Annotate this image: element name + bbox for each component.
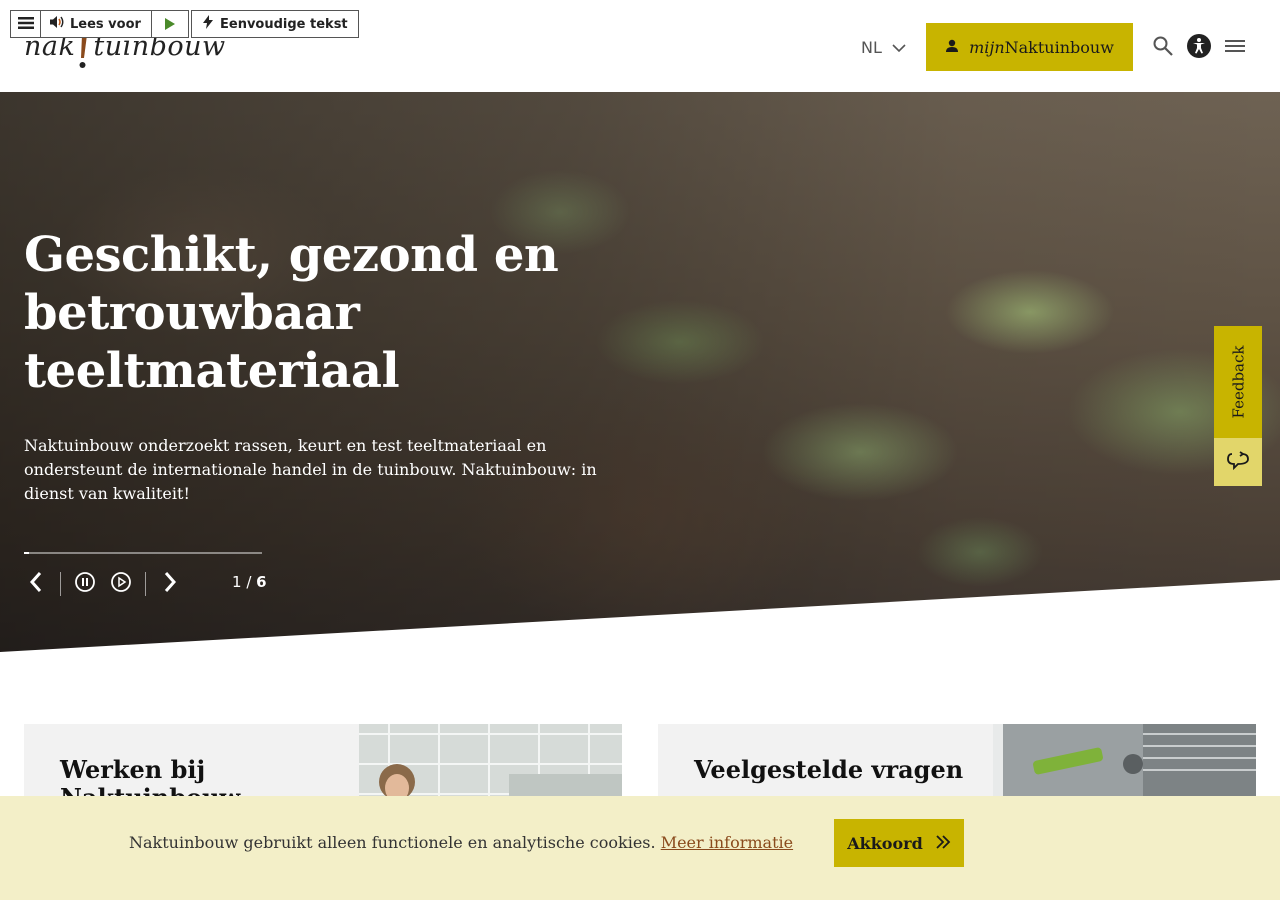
my-account-button[interactable]: mijnNaktuinbouw <box>926 23 1133 71</box>
search-icon <box>1152 35 1174 61</box>
previous-slide-button[interactable] <box>24 570 48 598</box>
hamburger-icon <box>1225 38 1245 58</box>
pause-button[interactable] <box>73 570 97 598</box>
logo-mark-icon <box>79 35 88 68</box>
accessibility-icon <box>1187 34 1211 62</box>
hero-lead-text: Naktuinbouw onderzoekt rassen, keurt en … <box>24 436 597 503</box>
slide-progress-fill <box>24 552 29 554</box>
cookie-accept-label: Akkoord <box>847 833 923 853</box>
hero-title: Geschikt, gezond en betrouwbaar teeltmat… <box>24 227 559 399</box>
card-faq-title: Veelgestelde vragen <box>694 755 964 784</box>
play-icon <box>164 15 176 34</box>
slide-counter: 1 / 6 <box>232 573 267 591</box>
play-circle-icon <box>110 571 132 597</box>
user-icon <box>945 38 959 57</box>
feedback-chat-button[interactable] <box>1214 438 1262 486</box>
accessibility-button[interactable] <box>1187 34 1211 62</box>
next-slide-button[interactable] <box>158 570 182 598</box>
chevron-right-icon <box>163 571 177 597</box>
slide-current: 1 <box>232 573 242 591</box>
cookie-accept-button[interactable]: Akkoord <box>834 819 964 867</box>
language-label: NL <box>861 38 882 57</box>
pause-icon <box>74 571 96 597</box>
feedback-chat-icon <box>1226 448 1250 476</box>
read-aloud-toolbar: Lees voor <box>10 10 189 38</box>
feedback-label: Feedback <box>1229 345 1248 419</box>
play-slides-button[interactable] <box>109 570 133 598</box>
read-aloud-label: Lees voor <box>70 16 141 32</box>
simple-text-label: Eenvoudige tekst <box>220 16 348 32</box>
main-menu-button[interactable] <box>1223 36 1247 60</box>
read-aloud-menu-button[interactable] <box>11 11 41 37</box>
controls-divider <box>145 572 146 596</box>
speaker-icon <box>49 15 65 33</box>
read-aloud-play-button[interactable] <box>152 11 188 37</box>
language-selector[interactable]: NL <box>861 38 906 57</box>
menu-icon <box>17 15 34 34</box>
my-account-label: mijnNaktuinbouw <box>969 37 1114 57</box>
cookie-more-info-link[interactable]: Meer informatie <box>661 833 793 852</box>
chevron-left-icon <box>29 571 43 597</box>
controls-divider <box>60 572 61 596</box>
feedback-button[interactable]: Feedback <box>1214 326 1262 438</box>
cookie-message: Naktuinbouw gebruikt alleen functionele … <box>129 833 793 852</box>
cookie-banner: Naktuinbouw gebruikt alleen functionele … <box>0 796 1280 900</box>
search-button[interactable] <box>1151 36 1175 60</box>
lightning-icon <box>202 15 214 33</box>
read-aloud-button[interactable]: Lees voor <box>41 11 152 37</box>
feedback-tab[interactable]: Feedback <box>1214 326 1262 486</box>
cookie-text: Naktuinbouw gebruikt alleen functionele … <box>129 833 656 852</box>
slider-controls <box>24 570 182 598</box>
hero-slider: Geschikt, gezond en betrouwbaar teeltmat… <box>0 92 1280 652</box>
double-chevron-right-icon <box>935 834 951 853</box>
slide-progress-bar <box>24 552 262 554</box>
slide-total: 6 <box>256 573 267 591</box>
chevron-down-icon <box>892 38 906 57</box>
simple-text-button[interactable]: Eenvoudige tekst <box>191 10 359 38</box>
site-header: nak tuinbouw Lees voor Eenvoudige tekst … <box>0 0 1280 92</box>
